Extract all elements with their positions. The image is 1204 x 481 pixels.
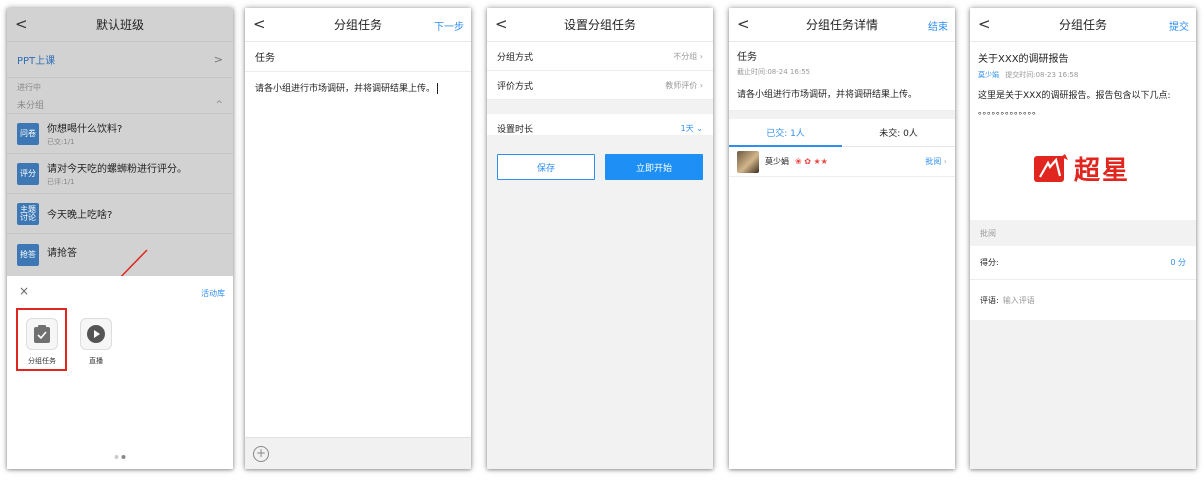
option-label: 分组方式 <box>497 52 534 63</box>
duration-value: 1天 ⌄ <box>680 123 703 133</box>
back-icon[interactable]: < <box>495 15 508 33</box>
attachment-toolbar: + <box>245 437 471 469</box>
submission-tabs: 已交: 1人 未交: 0人 <box>729 119 955 147</box>
report-meta: 莫少娟 提交时间:08-23 16:58 <box>978 70 1188 80</box>
avatar <box>737 150 759 173</box>
deadline-text: 截止时间:08-24 16:55 <box>737 68 811 76</box>
highlight-box <box>16 308 67 371</box>
activity-library-link[interactable]: 活动库 <box>201 288 225 299</box>
report-title: 关于XXX的调研报告 <box>978 54 1069 65</box>
task-field-label: 任务 <box>255 53 275 64</box>
task-label: 任务 <box>737 52 757 63</box>
option-value: 教师评价 › <box>665 80 703 90</box>
page-title: 分组任务详情 <box>805 18 878 32</box>
chevron-down-icon: ⌄ <box>696 123 703 133</box>
score-row[interactable]: 得分: 0 分 <box>970 246 1196 280</box>
screen-class-activities: < 默认班级 PPT上课 > 进行中 未分组 ^ 问卷 你想喝什么饮料? 已交:… <box>7 8 233 469</box>
score-label: 得分: <box>980 258 999 267</box>
page-dot <box>114 455 119 459</box>
option-label: 设置时长 <box>497 124 534 135</box>
screen-group-task-detail: < 分组任务详情 结束 任务 截止时间:08-24 16:55 请各小组进行市场… <box>729 8 955 469</box>
logo-text: 超星 <box>1074 156 1131 186</box>
back-icon[interactable]: < <box>253 15 266 33</box>
submit-button[interactable]: 提交 <box>1169 18 1189 33</box>
chaoxing-logo-icon <box>1034 153 1068 182</box>
screen-group-task-edit: < 分组任务 下一步 任务 请各小组进行市场调研，并将调研结果上传。 + <box>245 8 471 469</box>
screen-task-review: < 分组任务 提交 关于XXX的调研报告 莫少娟 提交时间:08-23 16:5… <box>970 8 1196 469</box>
add-attachment-icon[interactable]: + <box>253 446 269 462</box>
page-title: 分组任务 <box>1058 18 1107 32</box>
screen-group-task-settings: < 设置分组任务 分组方式 不分组 › 评价方式 教师评价 › 设置时长 1天 … <box>487 8 713 469</box>
text-cursor <box>437 83 439 94</box>
chevron-right-icon: › <box>943 157 947 166</box>
end-task-button[interactable]: 结束 <box>928 18 948 33</box>
grouping-mode-option[interactable]: 分组方式 不分组 › <box>487 42 713 71</box>
submit-time: 提交时间:08-23 16:58 <box>1005 71 1079 79</box>
chevron-right-icon: › <box>699 80 703 90</box>
student-name: 莫少娟 <box>765 157 789 166</box>
option-value: 不分组 › <box>673 51 703 61</box>
close-icon[interactable]: × <box>19 284 29 298</box>
student-badges: ❀ ✿ ★★ <box>795 157 828 166</box>
task-title-field[interactable]: 任务 <box>245 42 471 72</box>
tab-submitted[interactable]: 已交: 1人 <box>729 119 842 146</box>
task-content: 请各小组进行市场调研，并将调研结果上传。 <box>729 81 955 111</box>
option-label: 评价方式 <box>497 81 534 92</box>
student-row[interactable]: 莫少娟 ❀ ✿ ★★ 批阅 › <box>729 147 955 177</box>
chevron-right-icon: › <box>699 51 703 61</box>
divider <box>487 100 713 114</box>
divider <box>729 111 955 119</box>
comment-input[interactable]: 输入评语 <box>1003 295 1035 306</box>
tab-unsubmitted[interactable]: 未交: 0人 <box>842 119 955 146</box>
comment-label: 评语: <box>980 295 999 305</box>
review-section-header: 批阅 <box>970 220 1196 246</box>
tool-label: 直播 <box>89 357 103 365</box>
play-circle-icon <box>87 325 105 343</box>
start-now-button[interactable]: 立即开始 <box>605 154 703 180</box>
content-background <box>970 320 1196 469</box>
evaluation-mode-option[interactable]: 评价方式 教师评价 › <box>487 71 713 100</box>
chaoxing-logo: 超星 <box>1034 150 1130 187</box>
page-title: 分组任务 <box>333 18 382 32</box>
live-tool[interactable] <box>80 318 112 350</box>
page-dot-active <box>121 455 126 459</box>
next-step-button[interactable]: 下一步 <box>434 18 464 33</box>
activity-picker-sheet: × 活动库 分组任务 直播 <box>7 276 233 469</box>
task-header: 任务 截止时间:08-24 16:55 <box>729 42 955 81</box>
content-background <box>487 135 713 469</box>
score-value: 0 分 <box>1170 258 1186 267</box>
tab-indicator <box>729 145 842 147</box>
back-icon[interactable]: < <box>978 15 991 33</box>
report-header: 关于XXX的调研报告 莫少娟 提交时间:08-23 16:58 这里是关于XXX… <box>970 42 1196 120</box>
page-title: 设置分组任务 <box>563 18 636 32</box>
save-button[interactable]: 保存 <box>497 154 595 180</box>
report-body: 这里是关于XXX的调研报告。报告包含以下几点: 。。。。。。。。。。。。。 <box>978 91 1171 117</box>
task-content-textarea[interactable]: 请各小组进行市场调研，并将调研结果上传。 <box>245 72 471 106</box>
page-indicator <box>114 455 126 459</box>
back-icon[interactable]: < <box>737 15 750 33</box>
author-name[interactable]: 莫少娟 <box>978 71 999 79</box>
review-link[interactable]: 批阅 › <box>925 156 947 167</box>
task-content-text: 请各小组进行市场调研，并将调研结果上传。 <box>255 84 436 94</box>
comment-row[interactable]: 评语: 输入评语 <box>970 280 1196 320</box>
